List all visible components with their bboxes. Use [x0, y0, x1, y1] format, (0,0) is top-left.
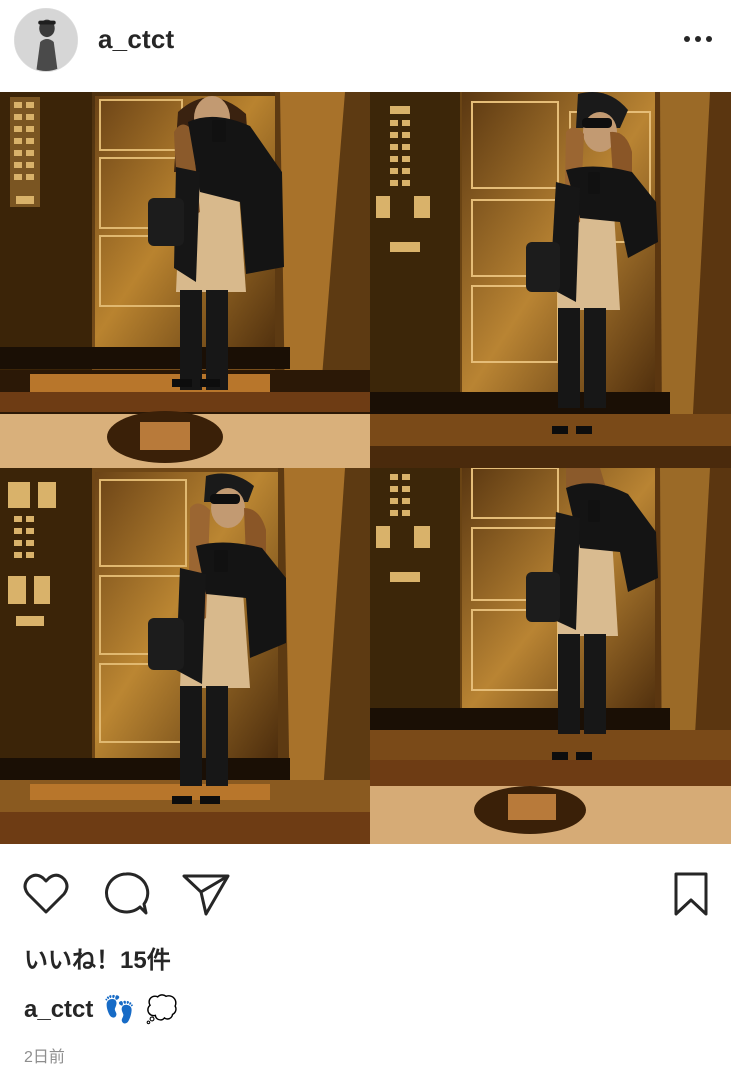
footprints-emoji: 👣	[103, 994, 136, 1024]
post-caption: a_ctct 👣 💭	[24, 994, 178, 1025]
avatar-image	[15, 9, 77, 71]
caption-username[interactable]: a_ctct	[24, 996, 93, 1024]
collage-tile-4	[370, 468, 731, 844]
instagram-post: a_ctct いいね！15件 a_ctct 👣 💭 2日前	[0, 0, 731, 1069]
heart-icon[interactable]	[20, 868, 72, 920]
collage-tile-3	[0, 468, 370, 844]
collage-tile-2	[370, 92, 731, 468]
collage-tile-1	[0, 92, 370, 468]
paper-plane-icon[interactable]	[180, 868, 232, 920]
thought-bubble-emoji: 💭	[145, 994, 179, 1024]
likes-count[interactable]: いいね！15件	[24, 940, 171, 975]
post-header: a_ctct	[0, 0, 731, 92]
post-timestamp: 2日前	[24, 1049, 65, 1066]
post-image[interactable]	[0, 92, 731, 844]
comment-bubble-icon[interactable]	[100, 868, 152, 920]
header-username[interactable]: a_ctct	[98, 24, 174, 55]
more-options-icon[interactable]	[681, 24, 715, 54]
action-bar	[0, 862, 731, 922]
bookmark-icon[interactable]	[665, 868, 717, 920]
avatar[interactable]	[14, 8, 78, 72]
